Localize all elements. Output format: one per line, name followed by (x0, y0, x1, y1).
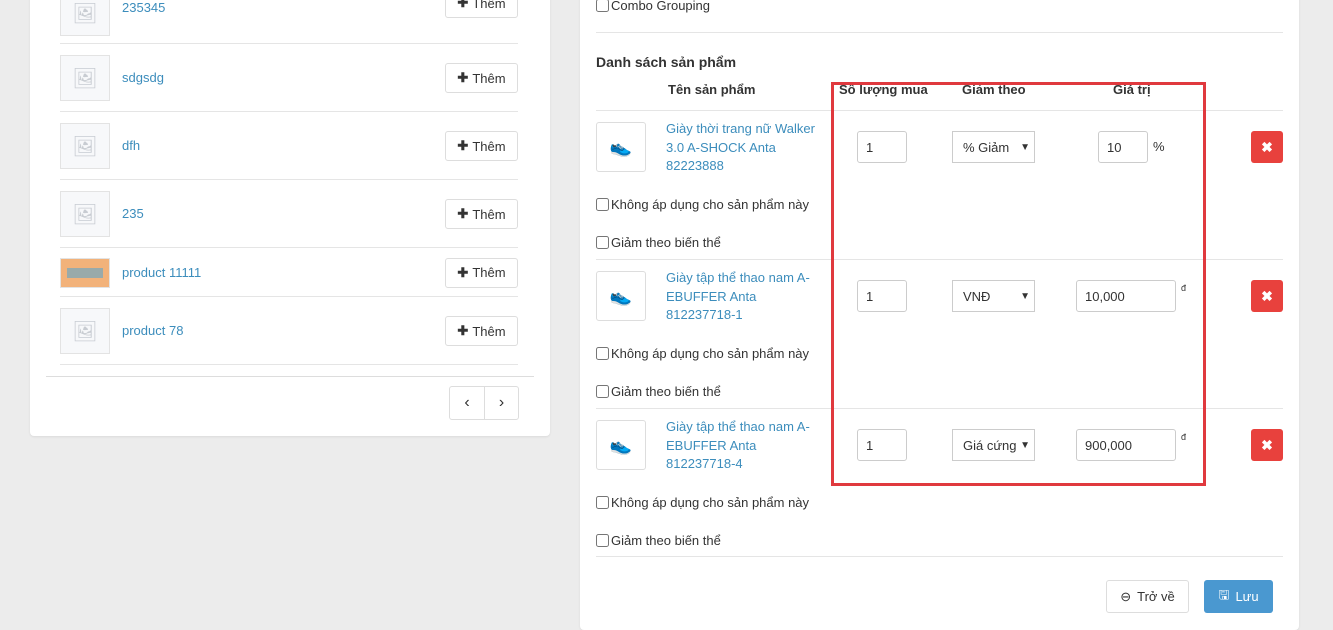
add-product-button[interactable]: ✚ Thêm (445, 0, 518, 18)
exclude-product-checkbox[interactable]: Không áp dụng cho sản phẩm này (596, 197, 809, 212)
product-name-link[interactable]: 235 (122, 206, 144, 221)
product-image: 👟 (596, 420, 646, 470)
plus-icon: ✚ (457, 0, 469, 10)
image-placeholder-icon: 🖼 (60, 123, 110, 169)
product-link[interactable]: Giày tập thể thao nam A-EBUFFER Anta 812… (666, 269, 826, 325)
product-list-item: 🖼 235 ✚ Thêm (60, 180, 518, 248)
divider (596, 556, 1283, 557)
add-product-button[interactable]: ✚ Thêm (445, 199, 518, 229)
add-label: Thêm (472, 265, 506, 280)
product-link[interactable]: Giày tập thể thao nam A-EBUFFER Anta 812… (666, 418, 826, 474)
product-name-link[interactable]: dfh (122, 138, 140, 153)
close-icon: ✖ (1261, 138, 1273, 155)
image-placeholder-icon: 🖼 (60, 308, 110, 354)
add-product-button[interactable]: ✚ Thêm (445, 316, 518, 346)
plus-icon: ✚ (457, 70, 469, 85)
product-picker-panel: 🖼 235345 ✚ Thêm 🖼 sdgsdg ✚ Thêm 🖼 dfh ✚ Thê… (30, 0, 550, 436)
product-list-item: 🖼 sdgsdg ✚ Thêm (60, 44, 518, 112)
product-name-link[interactable]: product 11111 (122, 265, 201, 280)
add-product-button[interactable]: ✚ Thêm (445, 131, 518, 161)
image-placeholder-icon: 🖼 (60, 191, 110, 237)
remove-product-button[interactable]: ✖ (1251, 131, 1283, 163)
variant-label: Giảm theo biến thể (611, 235, 721, 250)
section-title: Danh sách sản phẩm (596, 54, 737, 70)
image-placeholder-icon: 🖼 (60, 55, 110, 101)
exclude-product-checkbox[interactable]: Không áp dụng cho sản phẩm này (596, 495, 809, 510)
variant-label: Giảm theo biến thể (611, 533, 721, 548)
combo-grouping-label: Combo Grouping (611, 0, 710, 13)
close-icon: ✖ (1261, 436, 1273, 453)
exclude-label: Không áp dụng cho sản phẩm này (611, 346, 810, 361)
prev-page-button[interactable]: ‹ (450, 387, 484, 419)
product-link[interactable]: Giày thời trang nữ Walker 3.0 A-SHOCK An… (666, 120, 826, 176)
plus-icon: ✚ (457, 206, 469, 221)
variant-discount-checkbox[interactable]: Giảm theo biến thể (596, 235, 721, 250)
variant-label: Giảm theo biến thể (611, 384, 721, 399)
product-name-link[interactable]: sdgsdg (122, 70, 164, 85)
product-image: 👟 (596, 122, 646, 172)
combo-grouping-checkbox[interactable]: Combo Grouping (596, 0, 710, 13)
exclude-label: Không áp dụng cho sản phẩm này (611, 495, 810, 510)
back-circle-icon: ⊖ (1120, 588, 1132, 604)
next-page-button[interactable]: › (484, 387, 518, 419)
add-label: Thêm (472, 138, 506, 154)
product-name-link[interactable]: 235345 (122, 0, 165, 15)
product-list-item: 🖼 dfh ✚ Thêm (60, 112, 518, 180)
remove-product-button[interactable]: ✖ (1251, 280, 1283, 312)
divider (596, 32, 1283, 33)
add-product-button[interactable]: ✚ Thêm (445, 257, 518, 288)
plus-icon: ✚ (457, 264, 469, 280)
product-list-item: 🖼 product 78 ✚ Thêm (60, 297, 518, 365)
add-product-button[interactable]: ✚ Thêm (445, 63, 518, 93)
add-label: Thêm (472, 206, 506, 222)
add-label: Thêm (472, 0, 506, 11)
save-button[interactable]: 🖫 Lưu (1204, 580, 1273, 613)
col-header-name: Tên sản phẩm (668, 82, 756, 97)
image-placeholder-icon: 🖼 (60, 0, 110, 36)
variant-discount-checkbox[interactable]: Giảm theo biến thể (596, 533, 721, 548)
floppy-disk-icon: 🖫 (1218, 586, 1230, 602)
save-label: Lưu (1235, 589, 1259, 604)
product-thumbnail (60, 257, 110, 288)
highlight-box (831, 82, 1206, 486)
back-button[interactable]: ⊖ Trở về (1106, 580, 1189, 613)
plus-icon: ✚ (457, 323, 469, 338)
exclude-label: Không áp dụng cho sản phẩm này (611, 197, 810, 212)
product-list-item: 🖼 235345 ✚ Thêm (60, 0, 518, 44)
back-label: Trở về (1137, 589, 1175, 604)
product-image: 👟 (596, 271, 646, 321)
exclude-product-checkbox[interactable]: Không áp dụng cho sản phẩm này (596, 346, 809, 361)
remove-product-button[interactable]: ✖ (1251, 429, 1283, 461)
add-label: Thêm (472, 70, 506, 86)
product-name-link[interactable]: product 78 (122, 323, 183, 338)
add-label: Thêm (472, 323, 506, 339)
divider (46, 376, 534, 377)
plus-icon: ✚ (457, 138, 469, 153)
pagination: ‹ › (449, 386, 519, 420)
variant-discount-checkbox[interactable]: Giảm theo biến thể (596, 384, 721, 399)
close-icon: ✖ (1261, 287, 1273, 304)
product-list-item: product 11111 ✚ Thêm (60, 248, 518, 297)
